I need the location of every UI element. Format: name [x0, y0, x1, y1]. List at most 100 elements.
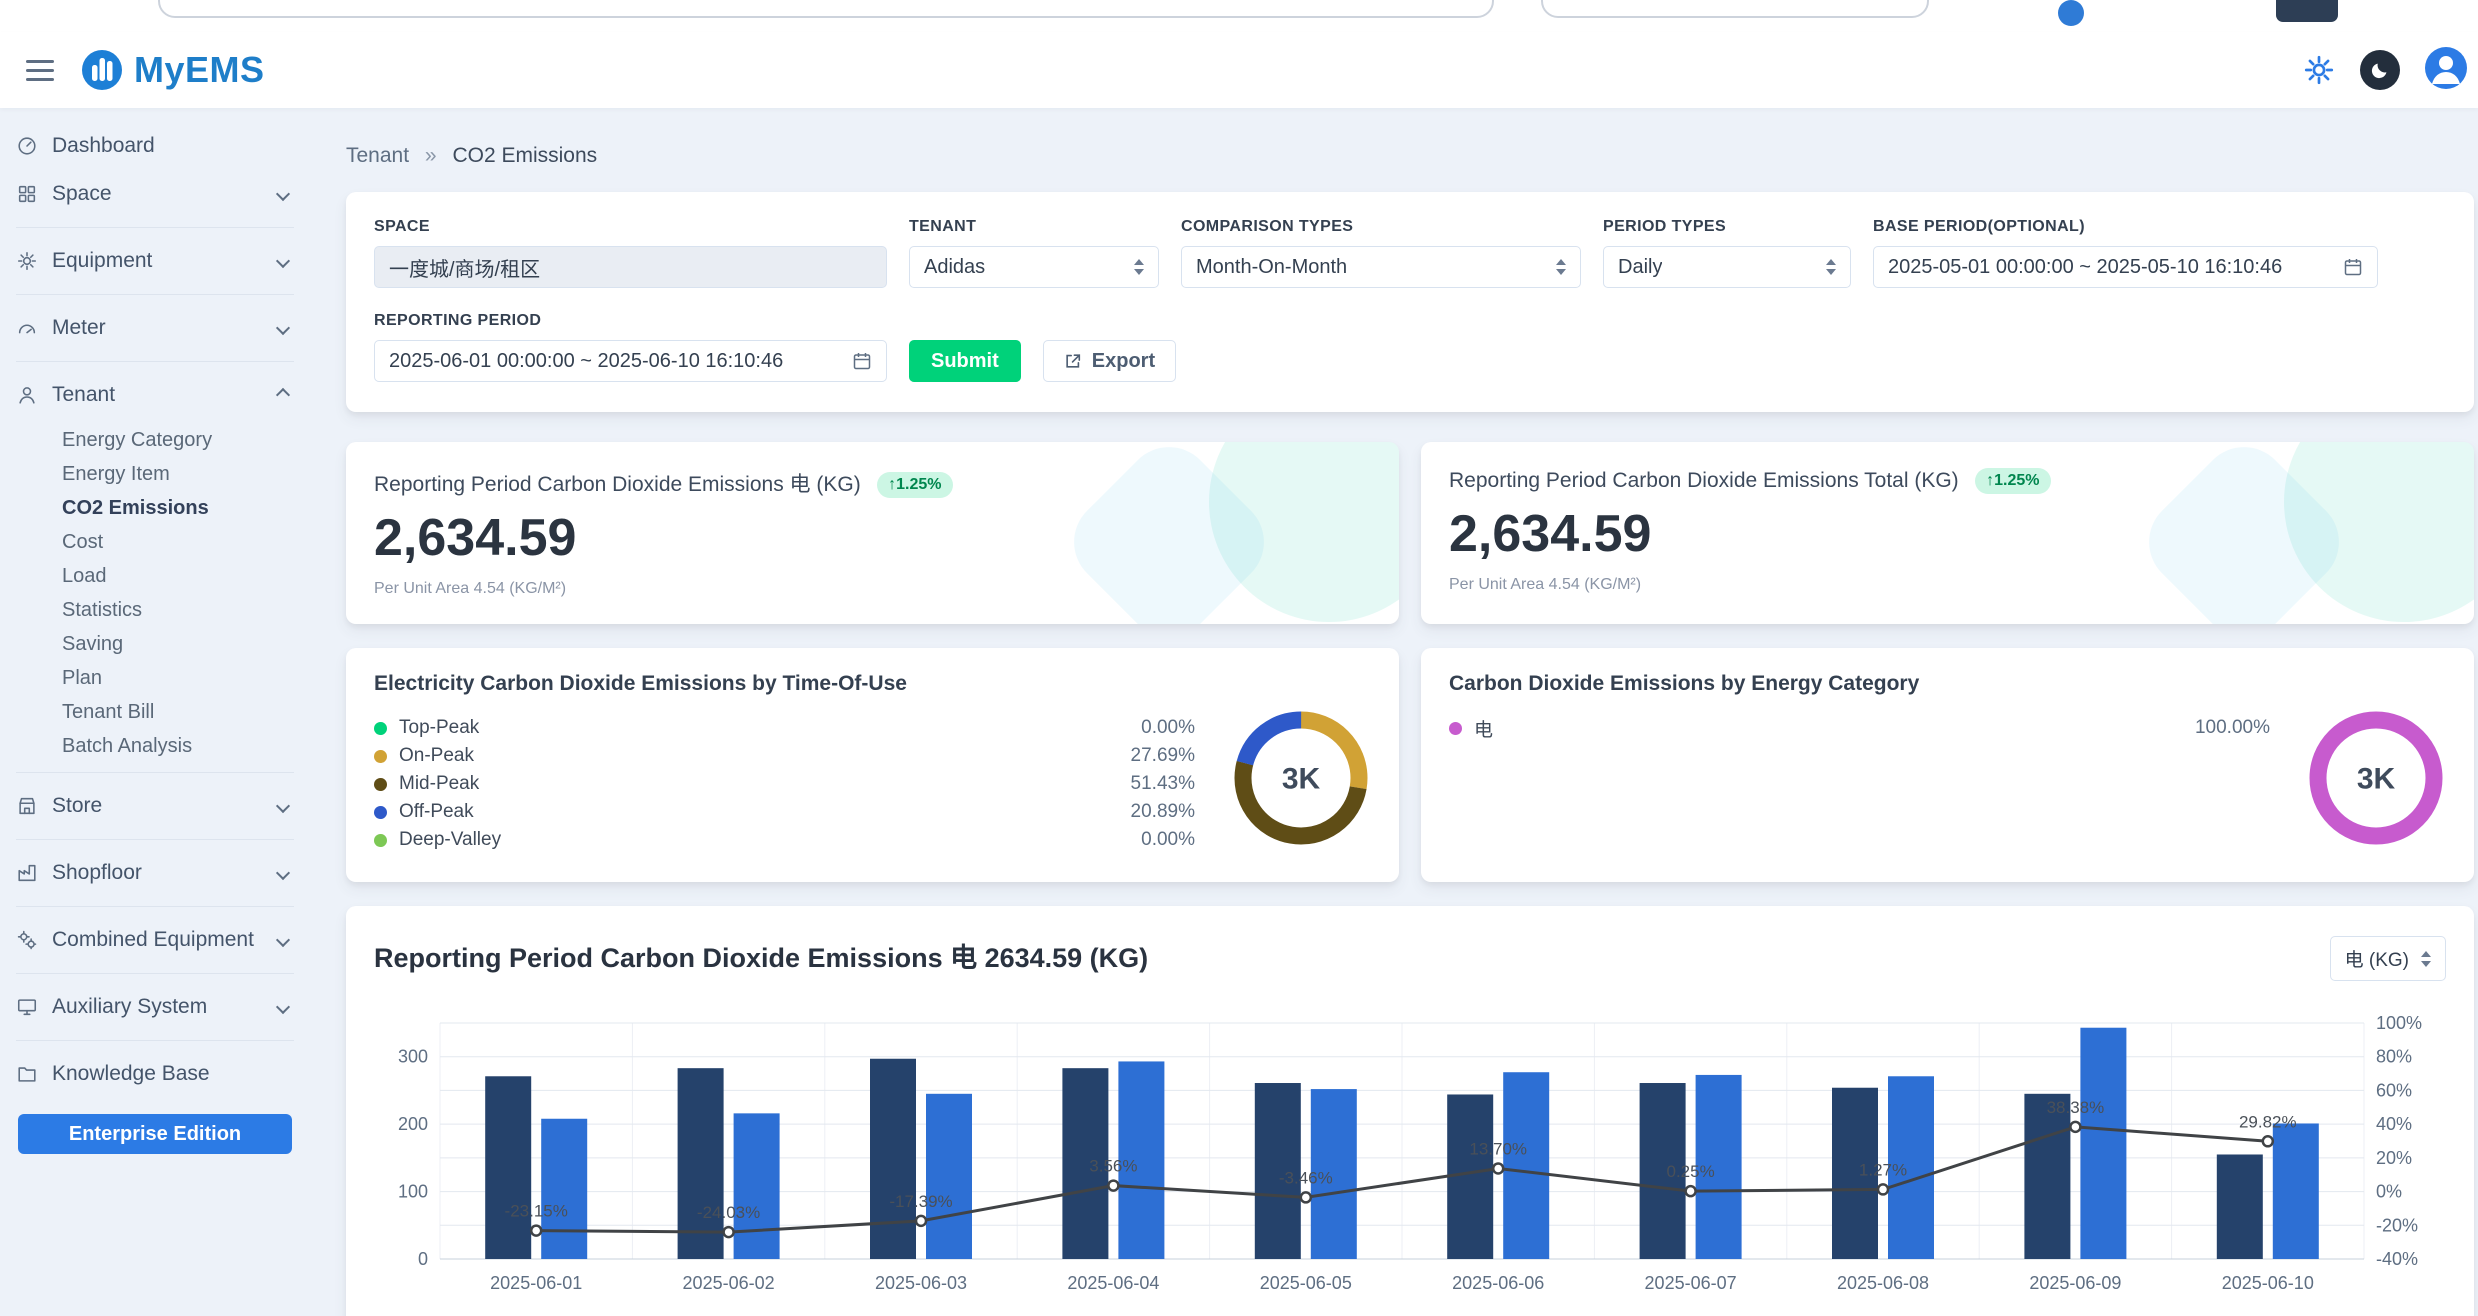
legend-item-on-peak[interactable]: On-Peak27.69%	[374, 742, 1195, 770]
sidebar-item-label: Space	[52, 182, 112, 206]
select-arrows-icon	[2409, 951, 2431, 967]
sidebar-item-shopfloor[interactable]: Shopfloor	[16, 849, 298, 897]
breadcrumb-separator: »	[425, 144, 437, 167]
chevron-down-icon	[276, 1000, 290, 1014]
user-avatar[interactable]	[2424, 46, 2468, 95]
brand-logo[interactable]: MyEMS	[80, 48, 265, 92]
svg-text:-20%: -20%	[2376, 1215, 2418, 1235]
theme-toggle-button[interactable]	[2360, 50, 2400, 90]
chevron-down-icon	[276, 933, 290, 947]
svg-text:200: 200	[398, 1114, 428, 1134]
legend-item-deep-valley[interactable]: Deep-Valley0.00%	[374, 826, 1195, 854]
settings-gear-icon[interactable]	[2302, 53, 2336, 87]
tou-donut-chart[interactable]: 3K	[1231, 708, 1371, 853]
hamburger-menu-icon[interactable]	[26, 60, 54, 81]
browser-secondary-bar[interactable]	[1541, 0, 1929, 18]
legend-item-off-peak[interactable]: Off-Peak20.89%	[374, 798, 1195, 826]
enterprise-edition-button[interactable]: Enterprise Edition	[18, 1114, 292, 1154]
legend-item-电[interactable]: 电100.00%	[1449, 714, 2270, 742]
sidebar-item-label: Shopfloor	[52, 861, 142, 885]
sidebar-item-equipment[interactable]: Equipment	[16, 237, 298, 285]
period-types-select[interactable]: Daily	[1603, 246, 1851, 288]
svg-text:13.70%: 13.70%	[1469, 1139, 1527, 1158]
sidebar-subitem-energy-category[interactable]: Energy Category	[16, 423, 298, 457]
meter-icon	[16, 317, 38, 339]
sidebar-item-auxiliary-system[interactable]: Auxiliary System	[16, 983, 298, 1031]
sidebar-subitem-saving[interactable]: Saving	[16, 627, 298, 661]
energy-category-donut-card: Carbon Dioxide Emissions by Energy Categ…	[1421, 648, 2474, 882]
sidebar-item-tenant[interactable]: Tenant	[16, 371, 298, 419]
sidebar-divider	[16, 361, 294, 362]
legend-percent: 20.89%	[1131, 801, 1195, 823]
summary-card-total: Reporting Period Carbon Dioxide Emission…	[1421, 442, 2474, 624]
space-input[interactable]: 一度城/商场/租区	[374, 246, 887, 288]
sidebar-item-space[interactable]: Space	[16, 170, 298, 218]
sidebar-subitem-tenant-bill[interactable]: Tenant Bill	[16, 695, 298, 729]
breadcrumb-co2-emissions: CO2 Emissions	[452, 144, 597, 167]
sidebar-subitem-cost[interactable]: Cost	[16, 525, 298, 559]
energy-category-donut-chart[interactable]: 3K	[2306, 708, 2446, 853]
breadcrumb-tenant[interactable]: Tenant	[346, 144, 409, 167]
legend-item-top-peak[interactable]: Top-Peak0.00%	[374, 714, 1195, 742]
legend-percent: 0.00%	[1141, 829, 1195, 851]
legend-dot-icon	[1449, 722, 1462, 735]
legend-label: 电	[1474, 715, 1493, 742]
base-period-input[interactable]: 2025-05-01 00:00:00 ~ 2025-05-10 16:10:4…	[1873, 246, 2378, 288]
sidebar-subitem-load[interactable]: Load	[16, 559, 298, 593]
chevron-down-icon	[276, 799, 290, 813]
reporting-period-label: REPORTING PERIOD	[374, 312, 887, 330]
sidebar-subitem-batch-analysis[interactable]: Batch Analysis	[16, 729, 298, 763]
emissions-bar-card: Reporting Period Carbon Dioxide Emission…	[346, 906, 2474, 1316]
summary-card-electricity: Reporting Period Carbon Dioxide Emission…	[346, 442, 1399, 624]
browser-chrome-strip	[0, 0, 2478, 32]
legend-label: Top-Peak	[399, 717, 479, 739]
sidebar-item-label: Equipment	[52, 249, 152, 273]
chevron-down-icon	[276, 254, 290, 268]
sidebar-item-dashboard[interactable]: Dashboard	[16, 122, 298, 170]
legend-item-mid-peak[interactable]: Mid-Peak51.43%	[374, 770, 1195, 798]
sidebar-subitem-statistics[interactable]: Statistics	[16, 593, 298, 627]
sidebar-divider	[16, 839, 294, 840]
sidebar-item-meter[interactable]: Meter	[16, 304, 298, 352]
knowledge-base-icon	[16, 1063, 38, 1085]
svg-text:-23.15%: -23.15%	[505, 1202, 568, 1221]
app-header: MyEMS	[0, 32, 2478, 108]
legend-percent: 51.43%	[1131, 773, 1195, 795]
header-actions	[2302, 46, 2452, 95]
summary-row: Reporting Period Carbon Dioxide Emission…	[346, 442, 2474, 624]
sidebar-item-knowledge-base[interactable]: Knowledge Base	[16, 1050, 298, 1098]
browser-profile-avatar[interactable]	[2058, 0, 2084, 26]
calendar-icon	[852, 351, 872, 371]
sidebar-subitem-energy-item[interactable]: Energy Item	[16, 457, 298, 491]
tenant-icon	[16, 384, 38, 406]
comparison-field: COMPARISON TYPES Month-On-Month	[1181, 218, 1581, 288]
trend-up-badge: ↑1.25%	[1975, 468, 2050, 494]
svg-text:80%: 80%	[2376, 1047, 2412, 1067]
space-label: SPACE	[374, 218, 887, 236]
export-button[interactable]: Export	[1043, 340, 1176, 382]
comparison-types-select[interactable]: Month-On-Month	[1181, 246, 1581, 288]
svg-text:40%: 40%	[2376, 1114, 2412, 1134]
svg-text:-17.39%: -17.39%	[889, 1192, 952, 1211]
svg-text:100: 100	[398, 1182, 428, 1202]
svg-text:2025-06-09: 2025-06-09	[2029, 1273, 2121, 1293]
dashboard-icon	[16, 135, 38, 157]
comparison-types-label: COMPARISON TYPES	[1181, 218, 1581, 236]
base-period-field: BASE PERIOD(OPTIONAL) 2025-05-01 00:00:0…	[1873, 218, 2378, 288]
sidebar-submenu-tenant: Energy CategoryEnergy ItemCO2 EmissionsC…	[16, 423, 298, 763]
submit-button[interactable]: Submit	[909, 340, 1021, 382]
chevron-down-icon	[276, 321, 290, 335]
sidebar-item-combined-equipment[interactable]: Combined Equipment	[16, 916, 298, 964]
sidebar-subitem-co2-emissions[interactable]: CO2 Emissions	[16, 491, 298, 525]
tenant-select[interactable]: Adidas	[909, 246, 1159, 288]
browser-extension-button[interactable]	[2276, 0, 2338, 22]
legend-dot-icon	[374, 834, 387, 847]
sidebar: DashboardSpaceEquipmentMeterTenantEnergy…	[0, 108, 310, 1316]
svg-text:0%: 0%	[2376, 1182, 2402, 1202]
browser-address-bar[interactable]	[158, 0, 1494, 18]
reporting-period-input[interactable]: 2025-06-01 00:00:00 ~ 2025-06-10 16:10:4…	[374, 340, 887, 382]
unit-select[interactable]: 电 (KG)	[2330, 936, 2446, 981]
co2-bar-chart[interactable]: 100%80%60%40%20%0%-20%-40%01002003002025…	[374, 1007, 2446, 1312]
sidebar-item-store[interactable]: Store	[16, 782, 298, 830]
sidebar-subitem-plan[interactable]: Plan	[16, 661, 298, 695]
